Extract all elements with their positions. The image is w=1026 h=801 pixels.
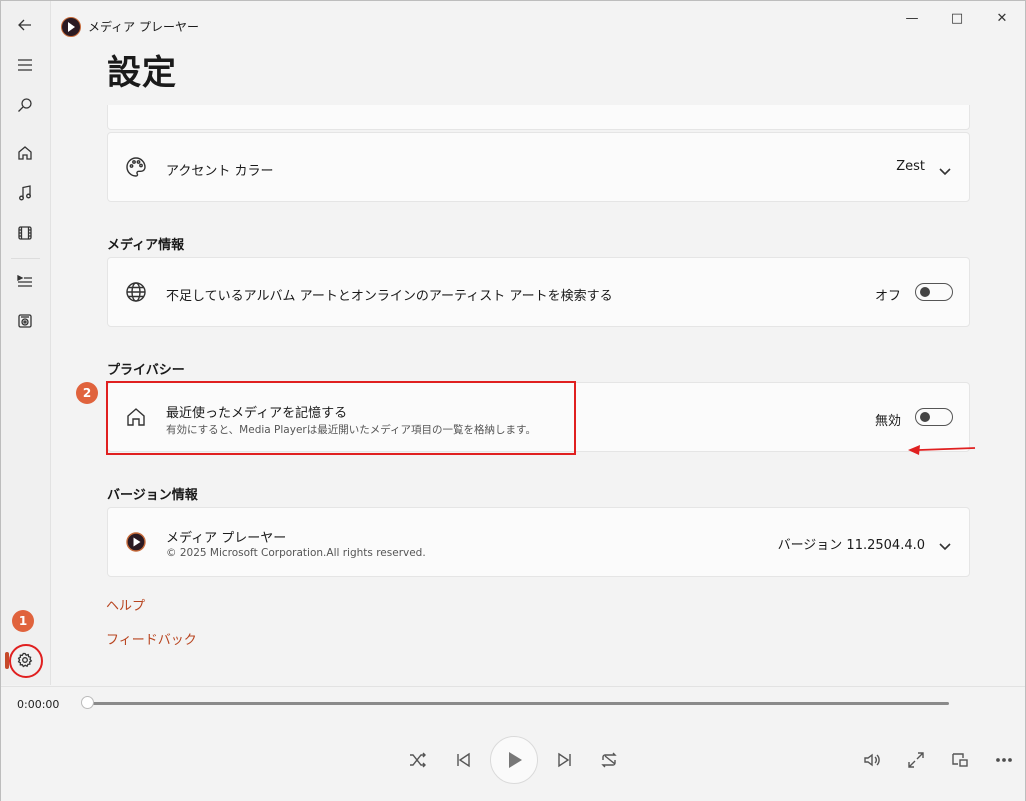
maximize-icon: □: [950, 11, 964, 26]
close-button[interactable]: ✕: [984, 9, 1020, 29]
settings-content: 設定 アクセント カラー Zest メディア情報 不足しているアルバム アートと…: [50, 45, 1025, 685]
annotation-badge-1: 1: [12, 610, 34, 632]
privacy-section-title: プライバシー: [107, 363, 185, 378]
accent-color-label: アクセント カラー: [166, 164, 274, 179]
play-queue-icon: [17, 274, 32, 287]
mini-player-icon: [952, 753, 968, 767]
copyright-text: © 2025 Microsoft Corporation.All rights …: [166, 547, 426, 559]
expand-icon: [908, 752, 924, 768]
menu-button[interactable]: [6, 47, 44, 83]
player-bar: 0:00:00: [1, 686, 1025, 801]
more-options-button[interactable]: [992, 748, 1016, 772]
help-link[interactable]: ヘルプ: [106, 595, 145, 614]
version-card[interactable]: メディア プレーヤー © 2025 Microsoft Corporation.…: [107, 507, 970, 577]
accent-color-value: Zest: [896, 159, 925, 174]
next-button[interactable]: [553, 748, 577, 772]
close-icon: ✕: [996, 11, 1008, 26]
nav-video[interactable]: [6, 215, 44, 251]
sidebar-divider: [11, 258, 40, 259]
maximize-button[interactable]: □: [939, 9, 975, 29]
hamburger-icon: [18, 59, 32, 71]
page-title: 設定: [107, 53, 177, 93]
seek-bar[interactable]: [87, 702, 949, 705]
accent-color-card[interactable]: アクセント カラー Zest: [107, 132, 970, 202]
minimize-icon: —: [905, 11, 919, 26]
album-art-label: 不足しているアルバム アートとオンラインのアーティスト アートを検索する: [166, 289, 613, 304]
annotation-circle-settings: [9, 644, 43, 678]
previous-button[interactable]: [451, 748, 475, 772]
repeat-button[interactable]: [597, 748, 621, 772]
annotation-arrow: [908, 445, 976, 455]
playlist-icon: [18, 314, 32, 328]
full-screen-button[interactable]: [904, 748, 928, 772]
feedback-link[interactable]: フィードバック: [106, 629, 197, 648]
media-info-card: 不足しているアルバム アートとオンラインのアーティスト アートを検索する オフ: [107, 257, 970, 327]
recent-media-state: 無効: [874, 414, 901, 429]
previous-setting-card: [107, 105, 970, 130]
volume-icon: [864, 753, 880, 767]
globe-icon: [125, 281, 147, 303]
nav-home[interactable]: [6, 135, 44, 171]
app-title: メディア プレーヤー: [88, 20, 199, 34]
media-player-logo-icon: [125, 531, 147, 553]
nav-playlists[interactable]: [6, 303, 44, 339]
back-button[interactable]: [6, 7, 44, 43]
recent-media-toggle[interactable]: [915, 408, 953, 426]
play-icon: [509, 752, 522, 768]
annotation-box-recent-media: [106, 381, 576, 455]
mini-player-button[interactable]: [948, 748, 972, 772]
version-section-title: バージョン情報: [107, 488, 198, 503]
nav-play-queue[interactable]: [6, 263, 44, 299]
back-arrow-icon: [18, 19, 31, 31]
version-app-name: メディア プレーヤー: [166, 531, 287, 546]
home-icon: [18, 146, 32, 160]
chevron-down-icon: [939, 537, 951, 551]
search-button[interactable]: [6, 87, 44, 123]
annotation-badge-2: 2: [76, 382, 98, 404]
shuffle-icon: [410, 752, 426, 768]
album-art-toggle[interactable]: [915, 283, 953, 301]
album-art-state: オフ: [874, 289, 901, 304]
version-number: バージョン 11.2504.4.0: [777, 538, 925, 553]
previous-icon: [457, 752, 470, 768]
elapsed-time: 0:00:00: [17, 698, 60, 711]
play-button[interactable]: [490, 736, 538, 784]
search-icon: [18, 98, 32, 112]
volume-button[interactable]: [860, 748, 884, 772]
media-info-section-title: メディア情報: [107, 238, 185, 253]
app-logo-icon: [61, 17, 81, 37]
chevron-down-icon: [939, 162, 951, 176]
film-icon: [18, 226, 32, 240]
sidebar: [1, 1, 51, 685]
palette-icon: [125, 156, 147, 178]
more-icon: [996, 758, 1012, 762]
app-window: メディア プレーヤー — □ ✕ 設定 アクセント カラー Zest メディア情…: [0, 0, 1026, 801]
shuffle-button[interactable]: [406, 748, 430, 772]
next-icon: [558, 752, 571, 768]
nav-music[interactable]: [6, 175, 44, 211]
music-note-icon: [19, 185, 31, 201]
title-bar: メディア プレーヤー — □ ✕: [50, 1, 1025, 45]
seek-thumb[interactable]: [81, 696, 94, 709]
minimize-button[interactable]: —: [894, 9, 930, 29]
repeat-icon: [601, 752, 617, 768]
